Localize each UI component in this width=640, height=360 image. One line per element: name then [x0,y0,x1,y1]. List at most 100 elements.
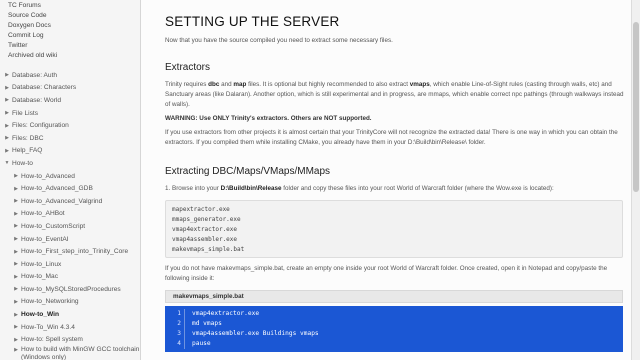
sidebar-tree-item[interactable]: ▶ How-to_Advanced_Valgrind [0,195,140,208]
sidebar-tree-item[interactable]: ▶ How-to_Advanced_GDB [0,182,140,195]
sidebar-tree-label[interactable]: Database: Auth [12,72,57,79]
collapsed-arrow-icon[interactable]: ▶ [11,324,21,330]
code-file-header: makevmaps_simple.bat [165,290,623,303]
sidebar-tree-label[interactable]: File Lists [12,110,38,117]
link-commit-log[interactable]: Commit Log [0,31,140,41]
sidebar-tree-item[interactable]: ▶ How-to_Win [0,308,140,321]
sidebar-tree-item[interactable]: ▶ How-to_EventAI [0,233,140,246]
sidebar-tree-label[interactable]: How-to_MySQLStoredProcedures [21,286,121,293]
sidebar-tree-item[interactable]: ▶ How-To_Win 4.3.4 [0,321,140,334]
sidebar-tree-item[interactable]: ▶ How-to_Mac [0,271,140,284]
sidebar-tree-label[interactable]: How-to_Mac [21,273,58,280]
section-heading-extractors: Extractors [165,62,211,73]
sidebar-tree-label[interactable]: How-to_Networking [21,298,79,305]
text-fragment: 1. Browse into your [165,185,221,192]
text-bold: dbc [208,81,220,88]
collapsed-arrow-icon[interactable]: ▶ [2,148,12,154]
text-fragment: folder and copy these files into your ro… [281,185,554,192]
collapsed-arrow-icon[interactable]: ▶ [11,236,21,242]
collapsed-arrow-icon[interactable]: ▶ [11,337,21,343]
sidebar-tree-item[interactable]: ▶ Files: Configuration [0,119,140,132]
sidebar-tree-label[interactable]: How-to: Spell system [21,336,83,343]
code-line: 4 pause [165,339,623,349]
sidebar-tree-label[interactable]: How-to_Win [21,311,59,318]
collapsed-arrow-icon[interactable]: ▶ [11,346,21,354]
sidebar-tree-label[interactable]: How-to [12,160,33,167]
sidebar-tree-item[interactable]: ▶ How-to_Advanced [0,170,140,183]
text-fragment: Trinity requires [165,81,209,88]
sidebar-tree-item[interactable]: ▶ File Lists [0,107,140,120]
code-line: vmap4assembler.exe [172,236,238,243]
intro-paragraph: Now that you have the source compiled yo… [165,37,393,44]
sidebar-tree-item[interactable]: ▶ Files: DBC [0,132,140,145]
sidebar-tree-label[interactable]: Files: Configuration [12,122,69,129]
sidebar-tree-item[interactable]: ▶ Database: Characters [0,82,140,95]
collapsed-arrow-icon[interactable]: ▶ [2,85,12,91]
sidebar-tree-item[interactable]: ▶ How-to_Linux [0,258,140,271]
sidebar-tree-label[interactable]: How-to_Advanced [21,173,75,180]
sidebar-tree-item[interactable]: ▶ Help_FAQ [0,145,140,158]
code-line: vmap4extractor.exe [172,226,238,233]
link-twitter[interactable]: Twitter [0,41,140,51]
collapsed-arrow-icon[interactable]: ▶ [2,135,12,141]
scrollbar-thumb[interactable] [633,22,639,192]
sidebar-tree-label[interactable]: How-to_First_step_into_Trinity_Core [21,248,128,255]
sidebar-tree-label[interactable]: Help_FAQ [12,147,42,154]
sidebar-tree-item[interactable]: ▶ Database: Auth [0,69,140,82]
sidebar-tree-item[interactable]: ▶ How-to_CustomScript [0,220,140,233]
code-text: vmap4assembler.exe Buildings vmaps [192,330,319,337]
files-code-block[interactable]: mapextractor.exe mmaps_generator.exe vma… [165,200,623,258]
sidebar-tree-item[interactable]: ▶ How-to_First_step_into_Trinity_Core [0,245,140,258]
sidebar-tree-label[interactable]: Files: DBC [12,135,44,142]
link-doxygen-docs[interactable]: Doxygen Docs [0,21,140,31]
sidebar-tree-label[interactable]: Database: Characters [12,84,76,91]
sidebar-tree-label[interactable]: How-to_Linux [21,261,61,268]
sidebar-tree-label[interactable]: How-to_Advanced_Valgrind [21,198,102,205]
page-title: SETTING UP THE SERVER [165,14,340,29]
step1-paragraph: 1. Browse into your D:\Build\bin\Release… [165,184,625,194]
link-tc-forums[interactable]: TC Forums [0,1,140,11]
sidebar-tree-label[interactable]: How-to_AHBot [21,210,65,217]
sidebar-tree-item[interactable]: ▶ How-to: Spell system [0,333,140,346]
collapsed-arrow-icon[interactable]: ▶ [11,312,21,318]
collapsed-arrow-icon[interactable]: ▶ [11,211,21,217]
collapsed-arrow-icon[interactable]: ▶ [2,97,12,103]
sidebar-tree-item[interactable]: ▶ How-to_AHBot [0,208,140,221]
sidebar-tree-label[interactable]: Database: World [12,97,61,104]
collapsed-arrow-icon[interactable]: ▶ [2,72,12,78]
bat-paragraph: If you do not have makevmaps_simple.bat,… [165,265,608,282]
sidebar-tree-item[interactable]: ▼ How-to [0,157,140,170]
collapsed-arrow-icon[interactable]: ▶ [11,249,21,255]
collapsed-arrow-icon[interactable]: ▶ [11,299,21,305]
link-source-code[interactable]: Source Code [0,11,140,21]
sidebar-tree-label[interactable]: How-To_Win 4.3.4 [21,324,75,331]
sidebar-tree-item[interactable]: ▶ How-to_MySQLStoredProcedures [0,283,140,296]
collapsed-arrow-icon[interactable]: ▶ [11,198,21,204]
text-fragment: files. It is optional but highly recomme… [246,81,410,88]
sidebar-tree-label[interactable]: How-to_CustomScript [21,223,85,230]
sidebar-tree-item[interactable]: ▶ Database: World [0,94,140,107]
collapsed-arrow-icon[interactable]: ▶ [11,186,21,192]
link-archived-wiki[interactable]: Archived old wiki [0,51,140,61]
expanded-arrow-icon[interactable]: ▼ [2,160,12,166]
bat-code-block-selected[interactable]: 1 vmap4extractor.exe 2 md vmaps 3 vmap4asse… [165,306,623,352]
external-links: TC Forums Source Code Doxygen Docs Commi… [0,0,140,61]
sidebar-tree-item[interactable]: ▶ How-to_Networking [0,296,140,309]
line-number: 3 [165,329,185,339]
collapsed-arrow-icon[interactable]: ▶ [11,274,21,280]
text-bold: vmaps [409,81,430,88]
collapsed-arrow-icon[interactable]: ▶ [11,286,21,292]
sidebar-tree-item[interactable]: ▶ How to build with MinGW GCC toolchain (… [0,346,140,360]
collapsed-arrow-icon[interactable]: ▶ [11,223,21,229]
collapsed-arrow-icon[interactable]: ▶ [2,110,12,116]
collapsed-arrow-icon[interactable]: ▶ [11,173,21,179]
collapsed-arrow-icon[interactable]: ▶ [2,123,12,129]
sidebar-tree-label[interactable]: How to build with MinGW GCC toolchain (W… [21,346,140,360]
sidebar-tree: ▶ Database: Auth ▶ Database: Characters ▶ Dat… [0,69,140,360]
sidebar-tree-label[interactable]: How-to_Advanced_GDB [21,185,93,192]
extractors-paragraph: Trinity requires dbc and map files. It i… [165,80,625,109]
sidebar-tree-label[interactable]: How-to_EventAI [21,236,69,243]
vertical-scrollbar[interactable] [631,0,640,360]
code-line: 1 vmap4extractor.exe [165,309,623,319]
collapsed-arrow-icon[interactable]: ▶ [11,261,21,267]
